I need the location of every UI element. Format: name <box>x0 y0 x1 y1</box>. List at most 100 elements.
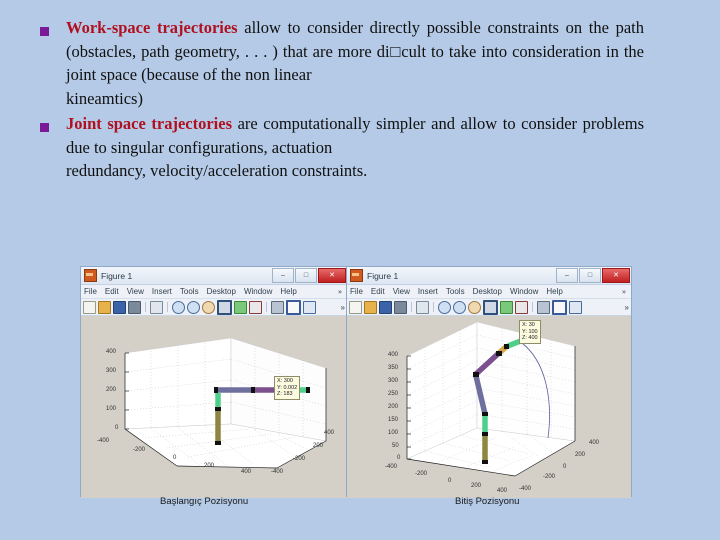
rotate-3d-icon[interactable] <box>483 299 498 315</box>
toolbar-overflow-chevron-icon[interactable]: » <box>341 303 345 312</box>
toolbar-divider <box>433 302 434 312</box>
pan-icon[interactable] <box>202 300 215 314</box>
menu-window[interactable]: Window <box>244 287 272 296</box>
save-icon[interactable] <box>113 300 126 314</box>
figure-window-right[interactable]: Figure 1 – □ ✕ File Edit View Insert Too… <box>346 266 632 498</box>
caption-right: Bitiş Pozisyonu <box>455 496 520 507</box>
open-file-icon[interactable] <box>364 300 377 314</box>
figure-palette-icon[interactable] <box>286 299 301 315</box>
plot-canvas[interactable]: 400 350 300 250 200 150 100 50 0 -400 -2… <box>347 316 631 498</box>
x-tick-label: -400 <box>385 464 398 470</box>
data-tip-z-label: Z: <box>522 335 527 341</box>
z-tick-label: 0 <box>397 455 401 461</box>
plot-browser-icon[interactable] <box>569 300 582 314</box>
zoom-in-icon[interactable] <box>172 300 185 314</box>
x-tick-label: 400 <box>497 488 508 494</box>
tool-bar[interactable]: » <box>81 299 347 316</box>
menu-file[interactable]: File <box>84 287 97 296</box>
menu-view[interactable]: View <box>127 287 144 296</box>
figure-palette-icon[interactable] <box>552 299 567 315</box>
menu-desktop[interactable]: Desktop <box>207 287 236 296</box>
y-tick-label: -400 <box>271 469 284 475</box>
data-brush-icon[interactable] <box>500 300 513 314</box>
data-tip-x-label: X: <box>277 378 283 384</box>
print-icon[interactable] <box>394 300 407 314</box>
toolbar-divider <box>266 302 267 312</box>
z-tick-label: 350 <box>388 365 399 371</box>
menu-overflow-chevron-icon[interactable]: » <box>338 287 342 296</box>
rotate-3d-icon[interactable] <box>217 299 232 315</box>
menu-bar[interactable]: File Edit View Insert Tools Desktop Wind… <box>81 285 347 299</box>
toolbar-overflow-chevron-icon[interactable]: » <box>625 303 629 312</box>
tool-bar[interactable]: » <box>347 299 631 316</box>
data-tip: X: 300 Y: 0.002 Z: 183 <box>274 376 301 400</box>
save-icon[interactable] <box>379 300 392 314</box>
menu-insert[interactable]: Insert <box>152 287 172 296</box>
slide-text-block: Work-space trajectories allow to conside… <box>0 16 720 185</box>
close-button[interactable]: ✕ <box>602 268 630 283</box>
z-tick-label: 0 <box>115 425 119 431</box>
minimize-button[interactable]: – <box>272 268 294 283</box>
x-tick-label: 200 <box>471 483 482 489</box>
data-tip-y-label: Y: <box>277 384 282 391</box>
link-plot-icon[interactable] <box>271 300 284 314</box>
close-button[interactable]: ✕ <box>318 268 346 283</box>
plot-browser-icon[interactable] <box>303 300 316 314</box>
window-controls[interactable]: – □ ✕ <box>556 268 630 283</box>
data-tip-x-value: 30 <box>528 322 535 328</box>
zoom-out-icon[interactable] <box>453 300 466 314</box>
new-figure-icon[interactable] <box>349 300 362 314</box>
maximize-button[interactable]: □ <box>579 268 601 283</box>
insert-colorbar-icon[interactable] <box>249 300 262 314</box>
data-tip-y-label: Y: <box>522 328 527 335</box>
menu-edit[interactable]: Edit <box>105 287 119 296</box>
y-tick-label: 200 <box>313 443 324 449</box>
menu-help[interactable]: Help <box>280 287 296 296</box>
pan-icon[interactable] <box>468 300 481 314</box>
bullet-body: Work-space trajectories allow to conside… <box>66 16 644 110</box>
menu-window[interactable]: Window <box>510 287 538 296</box>
z-tick-label: 400 <box>388 352 399 358</box>
menu-file[interactable]: File <box>350 287 363 296</box>
print-icon[interactable] <box>128 300 141 314</box>
maximize-button[interactable]: □ <box>295 268 317 283</box>
x-tick-label: -400 <box>97 438 110 444</box>
menu-desktop[interactable]: Desktop <box>473 287 502 296</box>
z-tick-label: 300 <box>106 368 117 374</box>
data-cursor-icon[interactable] <box>150 300 163 314</box>
y-tick-label: -200 <box>543 474 556 480</box>
y-tick-label: 400 <box>324 430 335 436</box>
x-tick-label: -200 <box>133 447 146 453</box>
z-tick-label: 200 <box>388 404 399 410</box>
plot-canvas[interactable]: 400 300 200 100 0 -400 -200 0 200 400 -4… <box>81 316 347 498</box>
new-figure-icon[interactable] <box>83 300 96 314</box>
menu-overflow-chevron-icon[interactable]: » <box>622 287 626 296</box>
menu-tools[interactable]: Tools <box>446 287 465 296</box>
data-tip-x-value: 300 <box>283 378 293 384</box>
menu-insert[interactable]: Insert <box>418 287 438 296</box>
window-controls[interactable]: – □ ✕ <box>272 268 346 283</box>
menu-help[interactable]: Help <box>546 287 562 296</box>
insert-colorbar-icon[interactable] <box>515 300 528 314</box>
open-file-icon[interactable] <box>98 300 111 314</box>
title-bar[interactable]: Figure 1 – □ ✕ <box>81 267 347 285</box>
z-tick-label: 50 <box>392 443 399 449</box>
data-brush-icon[interactable] <box>234 300 247 314</box>
bullet-item: Joint space trajectories are computation… <box>0 112 720 183</box>
title-bar[interactable]: Figure 1 – □ ✕ <box>347 267 631 285</box>
menu-bar[interactable]: File Edit View Insert Tools Desktop Wind… <box>347 285 631 299</box>
zoom-in-icon[interactable] <box>438 300 451 314</box>
menu-edit[interactable]: Edit <box>371 287 385 296</box>
data-cursor-icon[interactable] <box>416 300 429 314</box>
x-tick-label: 200 <box>204 463 215 469</box>
data-tip-z-label: Z: <box>277 391 282 397</box>
zoom-out-icon[interactable] <box>187 300 200 314</box>
figure-window-left[interactable]: Figure 1 – □ ✕ File Edit View Insert Too… <box>80 266 348 498</box>
link-plot-icon[interactable] <box>537 300 550 314</box>
minimize-button[interactable]: – <box>556 268 578 283</box>
menu-tools[interactable]: Tools <box>180 287 199 296</box>
y-tick-label: -200 <box>293 456 306 462</box>
bullet-keyword: Joint space trajectories <box>66 114 232 133</box>
menu-view[interactable]: View <box>393 287 410 296</box>
x-tick-label: 0 <box>173 455 177 461</box>
